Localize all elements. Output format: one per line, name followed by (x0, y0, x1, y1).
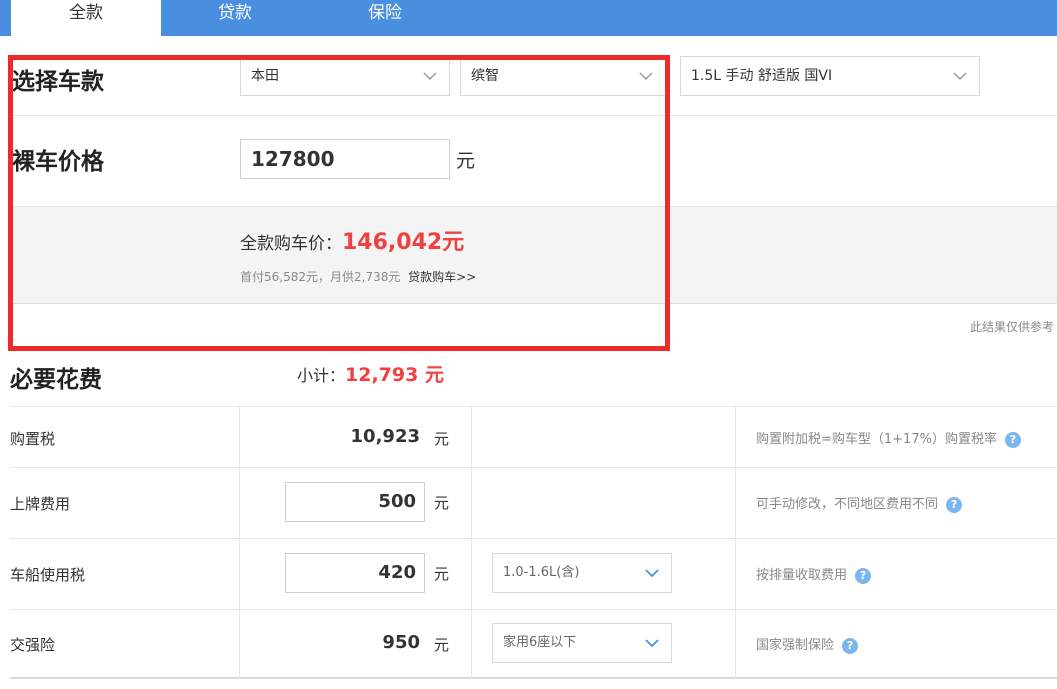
tab-bar: 全款 贷款 保险 (0, 0, 1057, 36)
total-price-value: 146,042元 (342, 230, 465, 255)
license-fee-input[interactable]: 500 (285, 482, 425, 522)
down-payment-text: 首付56,582元，月供2,738元 (240, 270, 401, 284)
compulsory-insurance-amount: 950 (382, 632, 420, 653)
vehicle-tax-note-text: 按排量收取费用 (756, 568, 848, 583)
bare-price-input[interactable] (240, 139, 450, 179)
chevron-down-icon (953, 72, 967, 81)
subtotal: 小计：12,793 元 (297, 362, 444, 388)
disclaimer-text: 此结果仅供参考 (969, 320, 1054, 334)
chevron-down-icon (423, 72, 437, 81)
vehicle-tax-label: 车船使用税 (10, 566, 86, 584)
compulsory-insurance-label: 交强险 (10, 636, 56, 654)
help-icon[interactable]: ? (842, 637, 859, 654)
select-car-label: 选择车款 (12, 69, 104, 95)
trim-select[interactable]: 1.5L 手动 舒适版 国VI (680, 56, 980, 96)
brand-select-value: 本田 (251, 68, 279, 84)
compulsory-insurance-unit: 元 (434, 636, 450, 654)
vehicle-tax-unit: 元 (434, 565, 450, 583)
subtotal-label: 小计： (297, 366, 346, 385)
column-divider (239, 406, 240, 679)
license-fee-note: 可手动修改，不同地区费用不同? (756, 493, 963, 513)
help-icon[interactable]: ? (1004, 431, 1021, 448)
purchase-tax-note: 购置附加税=购车型（1+17%）购置税率? (756, 428, 1021, 448)
chevron-down-icon (645, 639, 659, 648)
total-price-label: 全款购车价： (240, 234, 342, 254)
seat-class-select[interactable]: 家用6座以下 (492, 623, 672, 663)
price-unit: 元 (456, 150, 476, 172)
compulsory-insurance-note: 国家强制保险? (756, 634, 859, 654)
tab-insurance[interactable]: 保险 (310, 0, 460, 36)
purchase-tax-unit: 元 (434, 430, 450, 448)
purchase-tax-label: 购置税 (10, 430, 56, 448)
total-price-line: 全款购车价：146,042元 (240, 228, 464, 258)
vehicle-tax-note: 按排量收取费用? (756, 564, 872, 584)
displacement-select-value: 1.0-1.6L(含) (503, 565, 580, 580)
result-panel (10, 206, 1057, 304)
divider (10, 115, 1057, 116)
highlight-box (8, 55, 670, 351)
vehicle-tax-input[interactable]: 420 (285, 553, 425, 593)
displacement-select[interactable]: 1.0-1.6L(含) (492, 553, 672, 593)
required-costs-title: 必要花费 (10, 367, 102, 393)
bare-price-label: 裸车价格 (12, 149, 104, 175)
license-fee-label: 上牌费用 (10, 495, 71, 513)
tab-full-payment[interactable]: 全款 (11, 0, 161, 36)
trim-select-value: 1.5L 手动 舒适版 国VI (691, 68, 833, 84)
column-divider (735, 406, 736, 679)
seat-class-select-value: 家用6座以下 (503, 635, 577, 650)
chevron-down-icon (645, 569, 659, 578)
help-icon[interactable]: ? (946, 496, 963, 513)
column-divider (471, 406, 472, 679)
payment-summary: 首付56,582元，月供2,738元 贷款购车>> (240, 268, 476, 285)
tab-loan[interactable]: 贷款 (160, 0, 310, 36)
help-icon[interactable]: ? (855, 567, 872, 584)
model-select-value: 缤智 (471, 68, 499, 84)
license-fee-unit: 元 (434, 494, 450, 512)
purchase-tax-note-text: 购置附加税=购车型（1+17%）购置税率 (756, 432, 997, 447)
loan-purchase-link[interactable]: 贷款购车>> (408, 270, 476, 284)
subtotal-value: 12,793 元 (345, 364, 444, 386)
license-fee-note-text: 可手动修改，不同地区费用不同 (756, 497, 939, 512)
purchase-tax-amount: 10,923 (350, 426, 420, 447)
model-select[interactable]: 缤智 (460, 56, 666, 96)
brand-select[interactable]: 本田 (240, 56, 450, 96)
compulsory-insurance-note-text: 国家强制保险 (756, 638, 835, 653)
chevron-down-icon (639, 72, 653, 81)
